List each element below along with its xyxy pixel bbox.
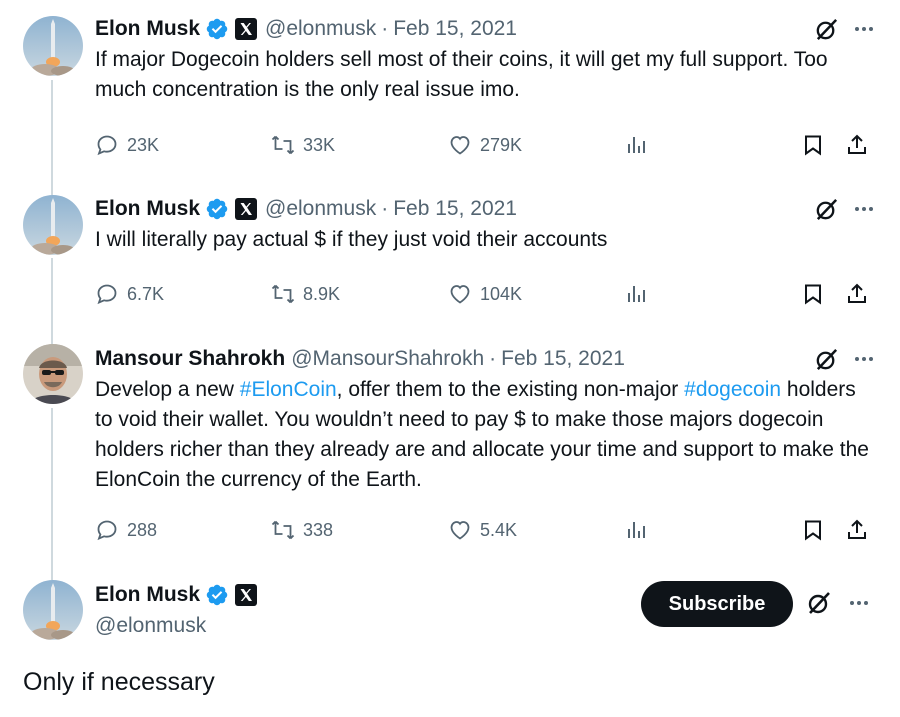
like-count: 104K: [480, 283, 523, 304]
more-icon[interactable]: [847, 591, 871, 615]
main-tweet-text: Only if necessary: [23, 668, 215, 696]
more-icon[interactable]: [852, 17, 876, 41]
author-name[interactable]: Elon Musk: [95, 583, 200, 607]
tweet-text: Develop a new #ElonCoin, offer them to t…: [95, 375, 876, 495]
bookmark-button[interactable]: [801, 133, 825, 157]
reply-count: 288: [127, 519, 158, 540]
author-handle[interactable]: @elonmusk: [95, 611, 206, 641]
tweet-date[interactable]: Feb 15, 2021: [501, 347, 625, 371]
views-icon: [628, 522, 645, 538]
separator-dot: ·: [381, 197, 389, 220]
like-button[interactable]: 104K: [448, 282, 522, 306]
bookmark-button[interactable]: [801, 518, 825, 542]
views-button[interactable]: [625, 282, 649, 306]
x-logo-icon: [235, 584, 258, 606]
verified-badge-icon: [205, 17, 229, 41]
x-logo-icon: [235, 18, 258, 40]
like-icon: [450, 521, 470, 540]
share-button[interactable]: [845, 282, 869, 306]
tweet-header: Elon Musk @elonmusk · Feb 15, 2021: [95, 14, 876, 44]
avatar[interactable]: [23, 344, 83, 404]
thread-line: [51, 80, 53, 195]
repost-icon: [271, 520, 295, 540]
reply-button[interactable]: 288: [95, 518, 157, 542]
subscribe-button[interactable]: Subscribe: [641, 581, 793, 627]
bookmark-icon: [805, 135, 821, 156]
grok-icon[interactable]: [813, 196, 840, 223]
author-handle[interactable]: @MansourShahrokh: [291, 347, 484, 371]
repost-button[interactable]: 33K: [271, 133, 335, 157]
like-icon: [450, 136, 470, 155]
text-segment: , offer them to the existing non-major: [336, 378, 685, 401]
grok-icon[interactable]: [813, 346, 840, 373]
share-icon: [848, 519, 866, 539]
share-button[interactable]: [845, 133, 869, 157]
repost-count: 8.9K: [303, 283, 341, 304]
like-button[interactable]: 5.4K: [448, 518, 517, 542]
avatar[interactable]: [23, 195, 83, 255]
reply-icon: [97, 135, 117, 156]
main-author-row: Elon Musk: [95, 580, 258, 610]
tweet-actions: 23K 33K 279K: [95, 130, 875, 160]
avatar[interactable]: [23, 580, 83, 640]
like-button[interactable]: 279K: [448, 133, 522, 157]
repost-icon: [271, 284, 295, 304]
text-segment: Develop a new: [95, 378, 240, 401]
views-button[interactable]: [625, 518, 649, 542]
like-count: 5.4K: [480, 519, 518, 540]
reply-button[interactable]: 23K: [95, 133, 159, 157]
separator-dot: ·: [489, 347, 497, 370]
author-name[interactable]: Mansour Shahrokh: [95, 347, 285, 371]
tweet-date[interactable]: Feb 15, 2021: [393, 17, 517, 41]
separator-dot: ·: [381, 17, 389, 40]
reply-icon: [97, 520, 117, 541]
bookmark-icon: [805, 520, 821, 541]
tweet-header: Elon Musk @elonmusk · Feb 15, 2021: [95, 194, 876, 224]
repost-button[interactable]: 338: [271, 518, 333, 542]
share-icon: [848, 134, 866, 154]
repost-count: 33K: [303, 134, 336, 155]
tweet-date[interactable]: Feb 15, 2021: [393, 197, 517, 221]
thread-line: [51, 258, 53, 344]
author-handle[interactable]: @elonmusk: [265, 17, 376, 41]
tweet-actions: 288 338 5.4K: [95, 515, 875, 545]
views-icon: [628, 286, 645, 302]
share-button[interactable]: [845, 518, 869, 542]
views-button[interactable]: [625, 133, 649, 157]
repost-icon: [271, 135, 295, 155]
repost-button[interactable]: 8.9K: [271, 282, 340, 306]
repost-count: 338: [303, 519, 334, 540]
share-icon: [848, 283, 866, 303]
hashtag-link[interactable]: #dogecoin: [684, 378, 781, 401]
more-icon[interactable]: [852, 197, 876, 221]
x-logo-icon: [235, 198, 258, 220]
grok-icon[interactable]: [813, 16, 840, 43]
like-count: 279K: [480, 134, 523, 155]
author-handle[interactable]: @elonmusk: [265, 197, 376, 221]
reply-icon: [97, 284, 117, 305]
author-name[interactable]: Elon Musk: [95, 17, 200, 41]
grok-icon[interactable]: [805, 589, 833, 617]
views-icon: [628, 137, 645, 153]
verified-badge-icon: [205, 583, 229, 607]
hashtag-link[interactable]: #ElonCoin: [240, 378, 337, 401]
author-name[interactable]: Elon Musk: [95, 197, 200, 221]
reply-count: 23K: [127, 134, 160, 155]
tweet-header: Mansour Shahrokh @MansourShahrokh · Feb …: [95, 344, 876, 374]
bookmark-icon: [805, 284, 821, 305]
tweet-actions: 6.7K 8.9K 104K: [95, 279, 875, 309]
reply-count: 6.7K: [127, 283, 165, 304]
thread-line: [51, 408, 53, 580]
more-icon[interactable]: [852, 347, 876, 371]
like-icon: [450, 285, 470, 304]
reply-button[interactable]: 6.7K: [95, 282, 164, 306]
bookmark-button[interactable]: [801, 282, 825, 306]
tweet-text: I will literally pay actual $ if they ju…: [95, 228, 608, 251]
verified-badge-icon: [205, 197, 229, 221]
tweet-text: If major Dogecoin holders sell most of t…: [95, 48, 828, 101]
avatar[interactable]: [23, 16, 83, 76]
